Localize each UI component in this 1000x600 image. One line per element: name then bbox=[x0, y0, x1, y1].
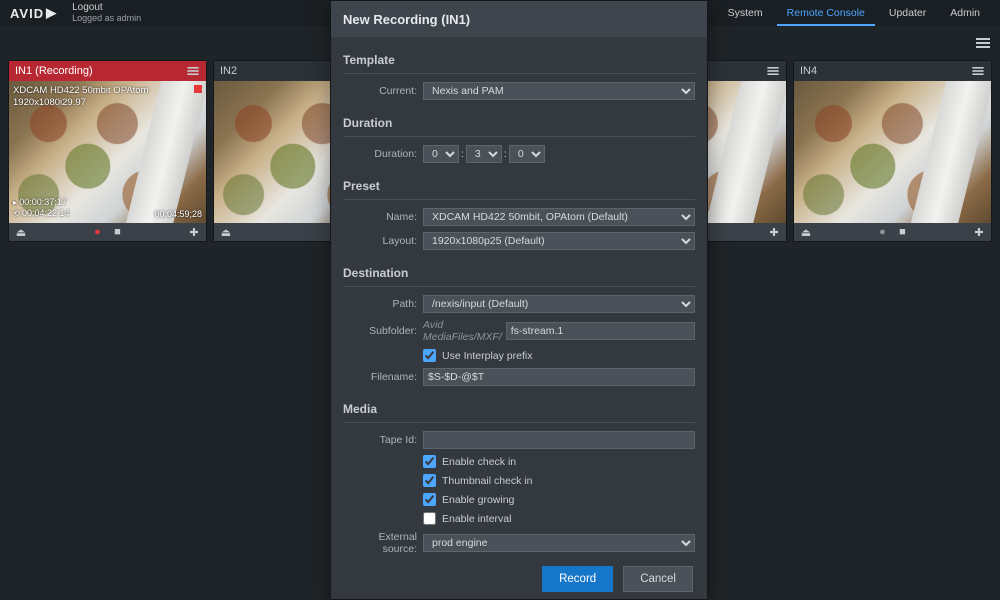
panel-menu-icon[interactable] bbox=[972, 34, 994, 52]
logout-link[interactable]: Logout bbox=[72, 2, 141, 13]
user-block: Logout Logged as admin bbox=[72, 2, 141, 24]
stream-thumbnail[interactable] bbox=[794, 81, 991, 223]
record-button[interactable]: Record bbox=[542, 566, 613, 592]
tapeid-input[interactable] bbox=[423, 431, 695, 449]
logged-as-text: Logged as admin bbox=[72, 13, 141, 24]
stream-title: IN4 bbox=[800, 65, 817, 77]
dialog-footer: Record Cancel bbox=[331, 559, 707, 599]
dialog-body: Template Current: Nexis and PAM Duration… bbox=[331, 37, 707, 559]
preset-name-select[interactable]: XDCAM HD422 50mbit, OPAtom (Default) bbox=[423, 208, 695, 226]
filename-input[interactable] bbox=[423, 368, 695, 386]
stop-icon[interactable]: ■ bbox=[897, 226, 909, 238]
preset-name-label: Name: bbox=[343, 211, 423, 223]
eject-icon[interactable]: ⏏ bbox=[800, 226, 812, 238]
stream-format-overlay: XDCAM HD422 50mbit OPAtom 1920x1080i29.9… bbox=[13, 85, 149, 109]
subfolder-input[interactable] bbox=[506, 322, 695, 340]
dialog-title: New Recording (IN1) bbox=[331, 1, 707, 37]
stream-timecode-right: 00:04:59;28 bbox=[154, 209, 202, 219]
stream-footer: ⏏ ● ■ ✚ bbox=[794, 223, 991, 241]
thumb-checkin-label: Thumbnail check in bbox=[442, 475, 532, 487]
enable-interval-checkbox[interactable] bbox=[423, 512, 436, 525]
enable-growing-label: Enable growing bbox=[442, 494, 514, 506]
recording-indicator-icon bbox=[194, 85, 202, 93]
preset-layout-select[interactable]: 1920x1080p25 (Default) bbox=[423, 232, 695, 250]
add-icon[interactable]: ✚ bbox=[973, 226, 985, 238]
section-preset: Preset bbox=[343, 169, 695, 200]
nav-updater[interactable]: Updater bbox=[879, 0, 936, 26]
duration-label: Duration: bbox=[343, 148, 423, 160]
stream-menu-icon[interactable] bbox=[766, 70, 780, 72]
stream-header: IN4 bbox=[794, 61, 991, 81]
stream-thumbnail[interactable]: XDCAM HD422 50mbit OPAtom 1920x1080i29.9… bbox=[9, 81, 206, 223]
duration-ss[interactable]: 00 bbox=[509, 145, 545, 163]
duration-hh[interactable]: 00 bbox=[423, 145, 459, 163]
ext-source-label: External source: bbox=[343, 531, 423, 555]
nav-remoteconsole[interactable]: Remote Console bbox=[777, 0, 875, 26]
section-template: Template bbox=[343, 43, 695, 74]
enable-interval-label: Enable interval bbox=[442, 513, 511, 525]
duration-mm[interactable]: 30 bbox=[466, 145, 502, 163]
dest-path-select[interactable]: /nexis/input (Default) bbox=[423, 295, 695, 313]
filename-label: Filename: bbox=[343, 371, 423, 383]
nav-admin[interactable]: Admin bbox=[940, 0, 990, 26]
stream-title: IN2 bbox=[220, 65, 237, 77]
enable-checkin-checkbox[interactable] bbox=[423, 455, 436, 468]
new-recording-dialog: New Recording (IN1) Template Current: Ne… bbox=[330, 0, 708, 600]
interplay-prefix-label: Use Interplay prefix bbox=[442, 350, 532, 362]
cancel-button[interactable]: Cancel bbox=[623, 566, 693, 592]
stream-in1: IN1 (Recording) XDCAM HD422 50mbit OPAto… bbox=[8, 60, 207, 242]
add-icon[interactable]: ✚ bbox=[768, 226, 780, 238]
dest-path-label: Path: bbox=[343, 298, 423, 310]
stream-timecode-left: 00:00:37;17 00:04:22;14 bbox=[13, 197, 69, 219]
interplay-prefix-checkbox[interactable] bbox=[423, 349, 436, 362]
stream-footer: ⏏ ● ■ ✚ bbox=[9, 223, 206, 241]
record-icon[interactable]: ● bbox=[92, 226, 104, 238]
eject-icon[interactable]: ⏏ bbox=[15, 226, 27, 238]
section-duration: Duration bbox=[343, 106, 695, 137]
enable-growing-checkbox[interactable] bbox=[423, 493, 436, 506]
stream-header: IN1 (Recording) bbox=[9, 61, 206, 81]
duration-group: 00 : 30 : 00 bbox=[423, 145, 695, 163]
subfolder-prefix: Avid MediaFiles/MXF/ bbox=[423, 319, 502, 343]
stream-menu-icon[interactable] bbox=[186, 70, 200, 72]
add-icon[interactable]: ✚ bbox=[188, 226, 200, 238]
stop-icon[interactable]: ■ bbox=[112, 226, 124, 238]
nav-system[interactable]: System bbox=[718, 0, 773, 26]
section-destination: Destination bbox=[343, 256, 695, 287]
stream-in4: IN4 ⏏ ● ■ ✚ bbox=[793, 60, 992, 242]
eject-icon[interactable]: ⏏ bbox=[220, 226, 232, 238]
stream-menu-icon[interactable] bbox=[971, 70, 985, 72]
current-template-select[interactable]: Nexis and PAM bbox=[423, 82, 695, 100]
dest-subfolder-label: Subfolder: bbox=[343, 325, 423, 337]
tapeid-label: Tape Id: bbox=[343, 434, 423, 446]
record-icon[interactable]: ● bbox=[877, 226, 889, 238]
thumb-checkin-checkbox[interactable] bbox=[423, 474, 436, 487]
ext-source-select[interactable]: prod engine bbox=[423, 534, 695, 552]
preset-layout-label: Layout: bbox=[343, 235, 423, 247]
enable-checkin-label: Enable check in bbox=[442, 456, 516, 468]
current-template-label: Current: bbox=[343, 85, 423, 97]
stream-title: IN1 (Recording) bbox=[15, 65, 93, 77]
brand-logo: AVID▶ bbox=[10, 5, 54, 21]
section-media: Media bbox=[343, 392, 695, 423]
